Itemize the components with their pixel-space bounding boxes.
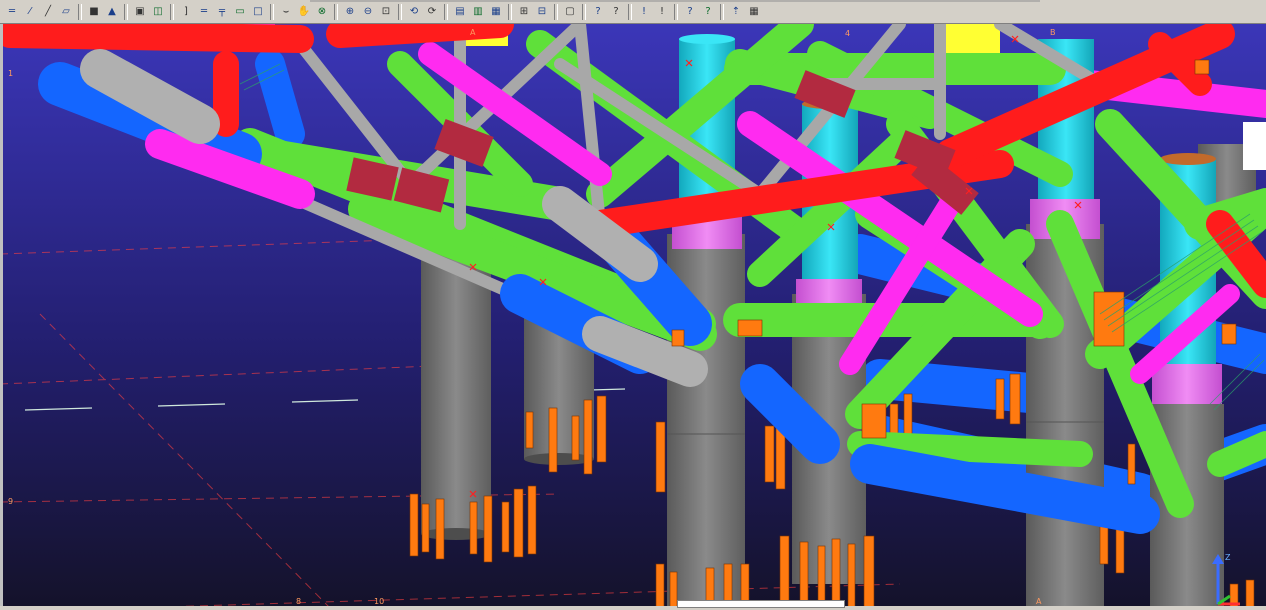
profile-icon[interactable]: ] (178, 4, 194, 20)
beam-icon[interactable]: ═ (4, 4, 20, 20)
toolbar-divider (310, 0, 1040, 2)
numbering-icon[interactable]: ! (654, 4, 670, 20)
horizontal-scroll-thumb[interactable] (677, 600, 845, 608)
toolbar-separator (720, 3, 724, 20)
inquire-icon[interactable]: ? (590, 4, 606, 20)
view-3-icon[interactable]: ▦ (488, 4, 504, 20)
plate-icon[interactable]: ▱ (58, 4, 74, 20)
channel-icon[interactable]: ▭ (232, 4, 248, 20)
render-icon[interactable]: ⊞ (516, 4, 532, 20)
rotate-icon[interactable]: ⟲ (406, 4, 422, 20)
toolbar-separator (508, 3, 512, 20)
grid-label-b: B (1050, 28, 1056, 37)
weld-icon[interactable]: ▲ (104, 4, 120, 20)
help-icon[interactable]: ⇡ (728, 4, 744, 20)
toolbar-separator (124, 3, 128, 20)
report-icon[interactable]: ! (636, 4, 652, 20)
zoom-out-icon[interactable]: ⊖ (360, 4, 376, 20)
info-icon[interactable]: ▦ (746, 4, 762, 20)
toolbar-separator (170, 3, 174, 20)
pad-icon[interactable]: ⌣ (278, 4, 294, 20)
brace-icon[interactable]: ╱ (40, 4, 56, 20)
grid-label-8: 8 (296, 597, 301, 606)
window-icon[interactable]: ▢ (562, 4, 578, 20)
grid-label-a2: A (1036, 597, 1042, 606)
detail-icon[interactable]: ⊗ (314, 4, 330, 20)
zoom-in-icon[interactable]: ⊕ (342, 4, 358, 20)
toolbar-separator (270, 3, 274, 20)
view-2-icon[interactable]: ▥ (470, 4, 486, 20)
flat-icon[interactable]: ═ (196, 4, 212, 20)
measure-icon[interactable]: ? (608, 4, 624, 20)
pan-icon[interactable]: ⟳ (424, 4, 440, 20)
bolt-icon[interactable]: ■ (86, 4, 102, 20)
toolbar-separator (628, 3, 632, 20)
rectangle-icon[interactable]: □ (250, 4, 266, 20)
component-icon[interactable]: ✋ (296, 4, 312, 20)
toolbar-separator (444, 3, 448, 20)
assembly-icon[interactable]: ◫ (150, 4, 166, 20)
angle-icon[interactable]: ╤ (214, 4, 230, 20)
clip-icon[interactable]: ⊟ (534, 4, 550, 20)
side-panel-tab[interactable] (1243, 122, 1266, 170)
grid-label-1: 1 (8, 69, 13, 78)
status-strip (0, 606, 1266, 610)
grid-label-a: A (470, 28, 476, 37)
toolbar-separator (554, 3, 558, 20)
toolbar-separator (78, 3, 82, 20)
axis-z-label: Z (1225, 553, 1231, 562)
toolbar-separator (334, 3, 338, 20)
model-viewport[interactable]: A B 4 1 9 8 10 A Z (0, 24, 1266, 608)
snap-icon[interactable]: ? (700, 4, 716, 20)
toolbar-separator (674, 3, 678, 20)
view-1-icon[interactable]: ▤ (452, 4, 468, 20)
select-icon[interactable]: ? (682, 4, 698, 20)
grid-label-4: 4 (845, 29, 850, 38)
viewport-left-border (0, 24, 3, 608)
grid-label-9: 9 (8, 497, 13, 506)
main-toolbar: ═ ⁄ ╱ ▱ ■ ▲ ▣ ◫] ═ ╤ ▭ □ ⌣ ✋ ⊗ ⊕ ⊖ ⊡ ⟲ ⟳ ▤ ▥ ▦ ⊞ ⊟ ▢??!!?? ⇡ ▦ (0, 0, 1266, 24)
toolbar-separator (582, 3, 586, 20)
grid-label-10: 10 (374, 597, 384, 606)
zoom-window-icon[interactable]: ⊡ (378, 4, 394, 20)
part-icon[interactable]: ▣ (132, 4, 148, 20)
column-icon[interactable]: ⁄ (22, 4, 38, 20)
toolbar-separator (398, 3, 402, 20)
